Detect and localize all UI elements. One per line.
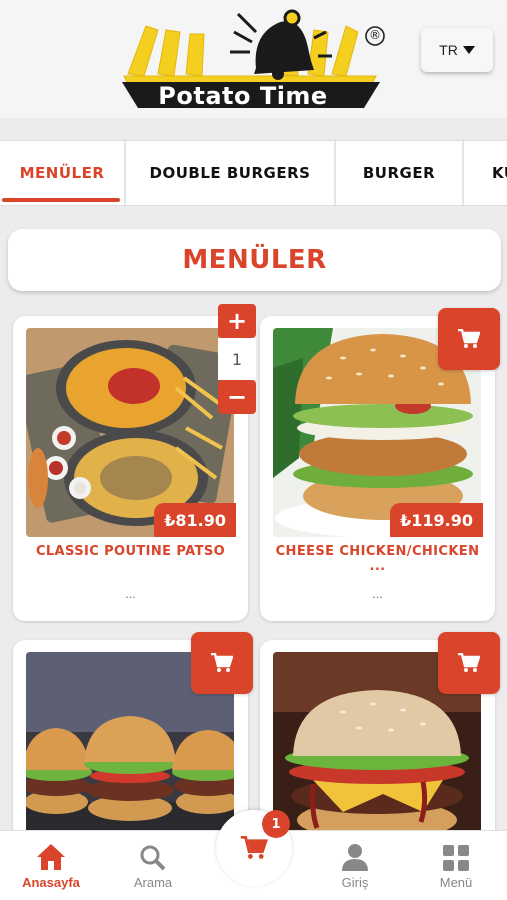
caret-down-icon: [462, 46, 475, 54]
increase-button[interactable]: +: [218, 304, 256, 338]
add-to-cart-button[interactable]: [438, 632, 500, 694]
nav-login[interactable]: Giriş: [310, 841, 400, 890]
logo-text: Potato Time: [158, 82, 328, 110]
tab-burger[interactable]: BURGER: [336, 141, 464, 205]
cart-icon: [211, 653, 233, 672]
add-to-cart-button[interactable]: [438, 308, 500, 370]
category-tabs: MENÜLER DOUBLE BURGERS BURGER KU: [0, 140, 507, 206]
product-card[interactable]: ₺81.90 CLASSIC POUTINE PATSO ...: [13, 316, 248, 621]
nav-menu-label: Menü: [439, 875, 473, 890]
product-price: ₺81.90: [154, 503, 236, 537]
quantity-value: 1: [218, 338, 256, 380]
registered-mark: ®: [369, 28, 381, 42]
user-icon: [310, 841, 400, 871]
decrease-button[interactable]: −: [218, 380, 256, 414]
cart-icon: [458, 653, 480, 672]
brand-logo[interactable]: Potato Time ®: [118, 4, 388, 112]
add-to-cart-button[interactable]: [191, 632, 253, 694]
nav-home[interactable]: Anasayfa: [6, 841, 96, 890]
home-icon: [6, 841, 96, 871]
cart-count-badge: 1: [262, 810, 290, 838]
section-title: MENÜLER: [8, 229, 501, 291]
product-description: ...: [125, 588, 136, 601]
grid-icon: [411, 841, 501, 871]
product-name: CHEESE CHICKEN/CHICKEN ...: [275, 544, 480, 574]
product-description: ...: [372, 588, 383, 601]
tab-partial[interactable]: KU: [464, 141, 507, 205]
product-price: ₺119.90: [390, 503, 483, 537]
tab-menuler[interactable]: MENÜLER: [0, 141, 126, 205]
product-name: CLASSIC POUTINE PATSO: [35, 544, 226, 559]
nav-menu[interactable]: Menü: [411, 841, 501, 890]
cart-icon: [458, 329, 480, 348]
nav-search-label: Arama: [133, 875, 173, 890]
nav-home-label: Anasayfa: [22, 875, 80, 890]
search-icon: [108, 841, 198, 871]
app-header: Potato Time ® TR: [0, 0, 507, 118]
cart-icon: [240, 836, 268, 859]
tab-double-burgers[interactable]: DOUBLE BURGERS: [126, 141, 336, 205]
language-selector[interactable]: TR: [421, 28, 493, 72]
language-label: TR: [439, 42, 458, 58]
quantity-stepper: + 1 −: [218, 304, 256, 414]
nav-search[interactable]: Arama: [108, 841, 198, 890]
nav-login-label: Giriş: [341, 875, 369, 890]
